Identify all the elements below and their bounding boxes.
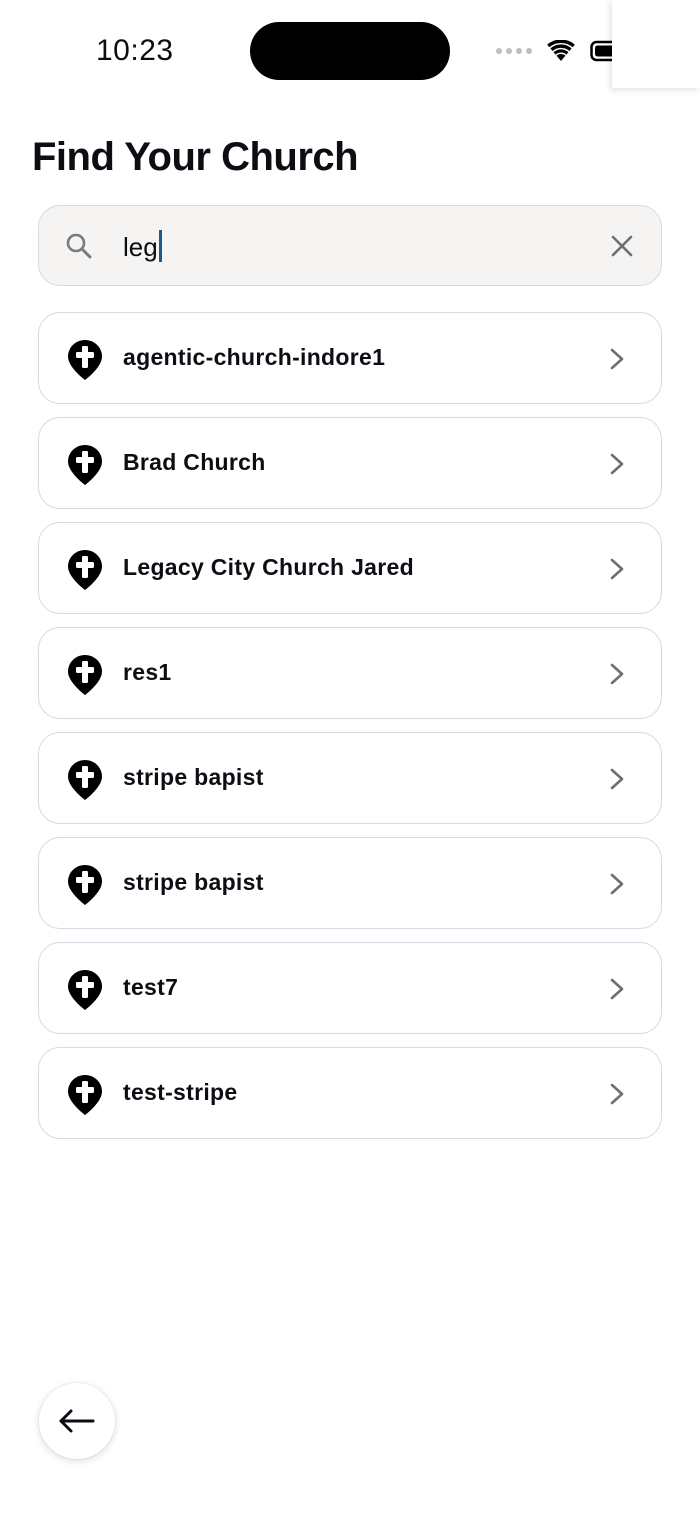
find-church-screen: 10:23 Find Your Church leg agentic-churc… <box>0 0 700 1520</box>
church-name: res1 <box>123 659 172 685</box>
church-pin-icon <box>68 550 102 590</box>
status-icons <box>496 34 618 68</box>
chevron-right-icon <box>610 873 624 895</box>
search-input[interactable]: leg <box>123 230 162 263</box>
church-name: stripe bapist <box>123 869 264 895</box>
church-name: Brad Church <box>123 449 266 475</box>
church-list: agentic-church-indore1 Brad Church Legacy … <box>38 312 662 1152</box>
search-bar[interactable]: leg <box>38 205 662 286</box>
wifi-icon <box>547 40 575 61</box>
church-list-item[interactable]: Legacy City Church Jared <box>38 522 662 614</box>
church-pin-icon <box>68 445 102 485</box>
chevron-right-icon <box>610 663 624 685</box>
church-pin-icon <box>68 760 102 800</box>
chevron-right-icon <box>610 1083 624 1105</box>
church-name: Legacy City Church Jared <box>123 554 414 580</box>
chevron-right-icon <box>610 348 624 370</box>
floating-panel <box>612 0 700 88</box>
chevron-right-icon <box>610 978 624 1000</box>
church-pin-icon <box>68 970 102 1010</box>
church-name: test-stripe <box>123 1079 238 1105</box>
church-list-item[interactable]: res1 <box>38 627 662 719</box>
church-name: test7 <box>123 974 179 1000</box>
close-icon[interactable] <box>609 233 635 259</box>
search-input-value: leg <box>123 232 158 262</box>
back-button[interactable] <box>39 1383 115 1459</box>
church-list-item[interactable]: test-stripe <box>38 1047 662 1139</box>
chevron-right-icon <box>610 558 624 580</box>
church-pin-icon <box>68 865 102 905</box>
status-bar: 10:23 <box>0 0 700 100</box>
church-pin-icon <box>68 1075 102 1115</box>
church-pin-icon <box>68 655 102 695</box>
church-list-item[interactable]: stripe bapist <box>38 837 662 929</box>
chevron-right-icon <box>610 768 624 790</box>
search-icon <box>66 233 92 259</box>
church-name: agentic-church-indore1 <box>123 344 386 370</box>
church-name: stripe bapist <box>123 764 264 790</box>
page-title: Find Your Church <box>32 135 359 179</box>
text-caret <box>158 230 162 262</box>
church-list-item[interactable]: Brad Church <box>38 417 662 509</box>
arrow-left-icon <box>59 1409 95 1433</box>
dynamic-island <box>250 22 450 80</box>
church-list-item[interactable]: stripe bapist <box>38 732 662 824</box>
church-list-item[interactable]: test7 <box>38 942 662 1034</box>
church-list-item[interactable]: agentic-church-indore1 <box>38 312 662 404</box>
church-pin-icon <box>68 340 102 380</box>
status-time: 10:23 <box>96 34 174 67</box>
cellular-signal-icon <box>496 48 532 54</box>
chevron-right-icon <box>610 453 624 475</box>
